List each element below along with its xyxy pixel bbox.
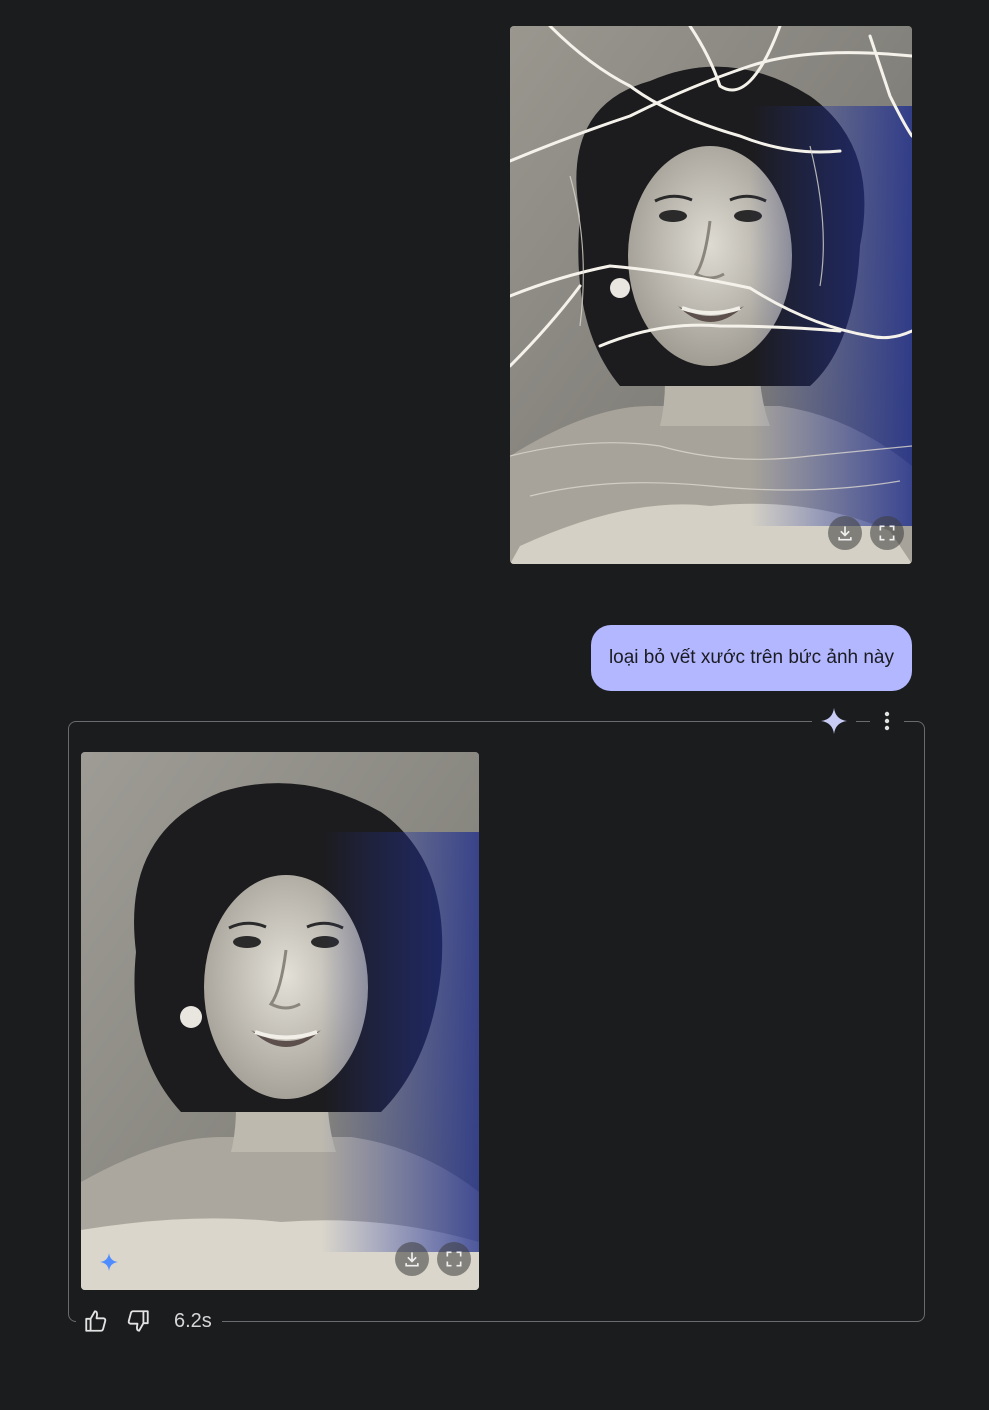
user-prompt-text: loại bỏ vết xước trên bức ảnh này xyxy=(608,647,894,668)
response-feedback-row: 6.2s xyxy=(76,1304,222,1338)
fullscreen-icon xyxy=(879,525,895,541)
download-icon xyxy=(838,526,852,541)
user-prompt-bubble: loại bỏ vết xước trên bức ảnh này xyxy=(590,625,912,691)
restored-portrait-image xyxy=(81,752,479,1290)
thumbs-up-button[interactable] xyxy=(82,1307,110,1335)
fullscreen-icon xyxy=(446,1251,462,1267)
restored-photo[interactable] xyxy=(81,752,479,1290)
ai-generated-badge-icon xyxy=(100,1253,118,1271)
response-spark xyxy=(812,704,856,738)
scratched-portrait-image xyxy=(510,26,912,564)
restored-image-actions xyxy=(395,1242,471,1276)
fullscreen-button[interactable] xyxy=(870,516,904,550)
thumbs-down-icon xyxy=(127,1310,149,1332)
more-vert-icon xyxy=(884,711,890,731)
uploaded-photo[interactable] xyxy=(510,26,912,564)
thumbs-down-button[interactable] xyxy=(124,1307,152,1335)
response-timing: 6.2s xyxy=(174,1309,212,1332)
gemini-spark-icon xyxy=(821,708,847,734)
download-button[interactable] xyxy=(395,1242,429,1276)
download-button[interactable] xyxy=(828,516,862,550)
fullscreen-button[interactable] xyxy=(437,1242,471,1276)
uploaded-image-actions xyxy=(828,516,904,550)
more-options-button[interactable] xyxy=(870,704,904,738)
chat-page: loại bỏ vết xước trên bức ảnh này 6.2s xyxy=(0,0,989,1410)
download-icon xyxy=(405,1252,419,1267)
thumbs-up-icon xyxy=(85,1310,107,1332)
